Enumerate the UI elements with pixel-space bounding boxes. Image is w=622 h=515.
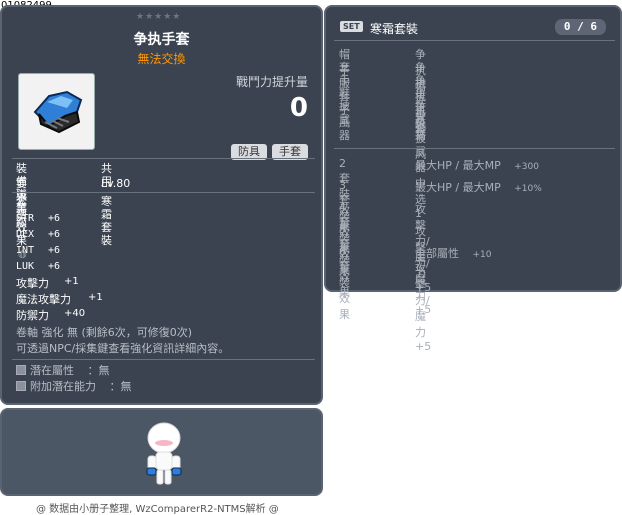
item-name: 争执手套 (133, 32, 190, 48)
divider (334, 40, 615, 41)
avatar-preview-panel (0, 408, 323, 496)
combat-power-value: 0 (289, 93, 308, 123)
potential-row: 潛在屬性 ：無 (16, 364, 110, 377)
divider (334, 148, 615, 149)
divider (12, 192, 315, 193)
set-name: 寒霜套裝 (370, 22, 419, 36)
star-rating: ★★★★★ (136, 12, 182, 22)
stat-attack: 攻擊力 +1 (16, 276, 79, 290)
set-effect-value: 寒霜套裝 (101, 195, 112, 247)
enhance-hint: 可透過NPC/採集鍵查看強化資訊詳細內容。 (16, 342, 230, 355)
set-effect-panel: SET 寒霜套裝 0 / 6 帽子 争执帽 套服 争执连身衣 手套 争执手套 鞋子 争执… (324, 5, 622, 353)
stat-defense: 防禦力 +40 (16, 308, 86, 322)
level-value: Lv.80 (101, 177, 131, 190)
item-tooltip-panel: ★★★★★ 争执手套 無法交換 戰鬥力提升量 0 防具 手套 裝備職業 共用 要… (0, 5, 323, 405)
scroll-info: 卷軸 強化 無 (剩餘6次，可修復0次) (16, 326, 193, 339)
combat-power-label: 戰鬥力提升量 (235, 75, 308, 89)
avatar-preview (146, 422, 182, 485)
divider (12, 158, 315, 159)
potential-icon (16, 365, 26, 375)
glove-icon (33, 90, 83, 134)
tradability-text: 無法交換 (137, 52, 186, 66)
bonus-potential-row: 附加潛在能力 ：無 (16, 380, 132, 393)
bonus-potential-icon (16, 381, 26, 391)
stat-str: STR +6 (16, 213, 61, 224)
stat-luk: LUK +6 (16, 261, 61, 272)
stat-dex: DEX +6 (16, 229, 61, 240)
stat-int: INT +6 (16, 245, 61, 256)
divider (12, 359, 315, 360)
stat-magic-attack: 魔法攻擊力 +1 (16, 292, 103, 306)
set-badge: SET (340, 21, 363, 32)
footer-credit: @ 数据由小册子整理, WzComparerR2-NTMS解析 @ (36, 504, 279, 515)
set-count-badge: 0 / 6 (554, 19, 606, 35)
item-icon-frame (18, 73, 95, 150)
